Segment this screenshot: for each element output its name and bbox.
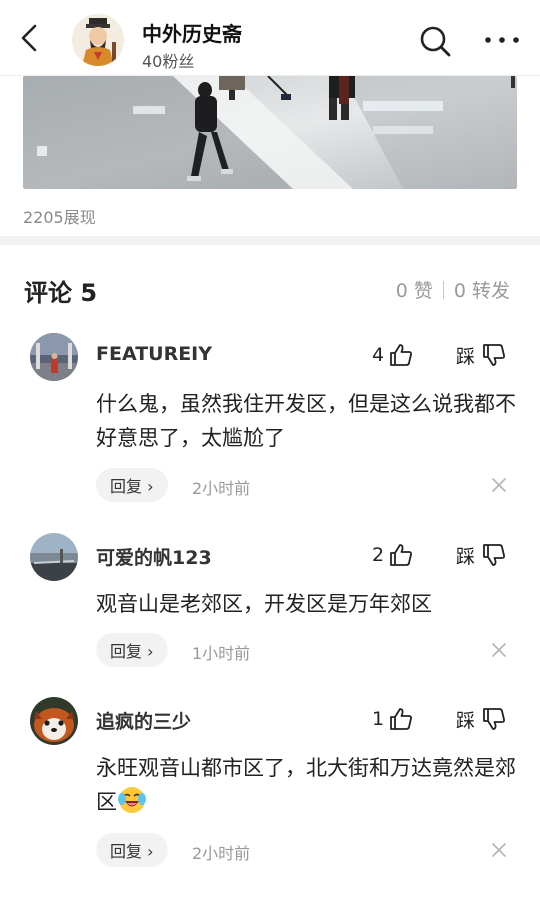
comment-text: 什么鬼，虽然我住开发区，但是这么说我都不好意思了，太尴尬了 (96, 392, 516, 450)
comment-text: 观音山是老郊区，开发区是万年郊区 (96, 592, 432, 616)
dislike-label: 踩 (456, 545, 476, 568)
comment-time: 2小时前 (192, 844, 251, 863)
account-name[interactable]: 中外历史斋 (142, 18, 242, 47)
thumbs-down-icon (483, 544, 505, 566)
avatar[interactable] (30, 697, 78, 745)
avatar[interactable] (30, 333, 78, 381)
likes-count[interactable]: 0 赞 (396, 280, 433, 302)
dislike-button[interactable]: 踩 (456, 341, 507, 369)
like-button[interactable]: 1 (372, 705, 414, 733)
post-photo[interactable] (23, 76, 517, 189)
comment-text-content: 永旺观音山都市区了，北大街和万达竟然是郊区 (96, 756, 516, 814)
search-button[interactable] (418, 24, 452, 58)
shares-count[interactable]: 0 转发 (454, 280, 510, 302)
like-button[interactable]: 2 (372, 541, 414, 569)
comment-time: 2小时前 (192, 479, 251, 498)
dislike-label: 踩 (456, 345, 476, 368)
like-count: 1 (372, 708, 385, 730)
account-avatar[interactable] (72, 14, 124, 66)
thumbs-down-icon (483, 708, 505, 730)
dislike-button[interactable]: 踩 (456, 705, 507, 733)
dislike-label: 踩 (456, 709, 476, 732)
comment-username[interactable]: 可爱的帆123 (96, 543, 212, 570)
like-count: 2 (372, 544, 385, 566)
stats-divider (442, 281, 444, 299)
thumbs-up-icon (390, 708, 413, 730)
comment-text: 永旺观音山都市区了，北大街和万达竟然是郊区 (96, 751, 516, 819)
thumbs-down-icon (483, 344, 505, 366)
section-divider (0, 236, 540, 245)
search-icon (420, 26, 451, 57)
comments-title: 评论 5 (24, 279, 98, 307)
comment-username[interactable]: FEATUREIY (96, 343, 212, 365)
like-count: 4 (372, 344, 385, 366)
more-button[interactable] (482, 28, 522, 52)
comment-username[interactable]: 追疯的三少 (96, 707, 191, 734)
view-count: 2205展现 (23, 208, 96, 227)
fans-count: 40粉丝 (142, 52, 195, 71)
more-dots-icon (485, 37, 519, 43)
back-button[interactable] (14, 22, 46, 54)
thumbs-up-icon (390, 544, 413, 566)
reply-button[interactable]: 回复 › (96, 468, 168, 502)
thumbs-up-icon (390, 344, 413, 366)
close-icon[interactable] (490, 476, 508, 494)
laughing-crying-emoji-icon (118, 787, 146, 813)
like-button[interactable]: 4 (372, 341, 414, 369)
top-bar: 中外历史斋 40粉丝 (0, 0, 540, 76)
reply-button[interactable]: 回复 › (96, 833, 168, 867)
avatar[interactable] (30, 533, 78, 581)
dislike-button[interactable]: 踩 (456, 541, 507, 569)
chevron-left-icon (21, 24, 37, 52)
close-icon[interactable] (490, 641, 508, 659)
comments-stats: 0 赞 0 转发 (396, 276, 510, 303)
comment-time: 1小时前 (192, 644, 251, 663)
close-icon[interactable] (490, 841, 508, 859)
reply-button[interactable]: 回复 › (96, 633, 168, 667)
